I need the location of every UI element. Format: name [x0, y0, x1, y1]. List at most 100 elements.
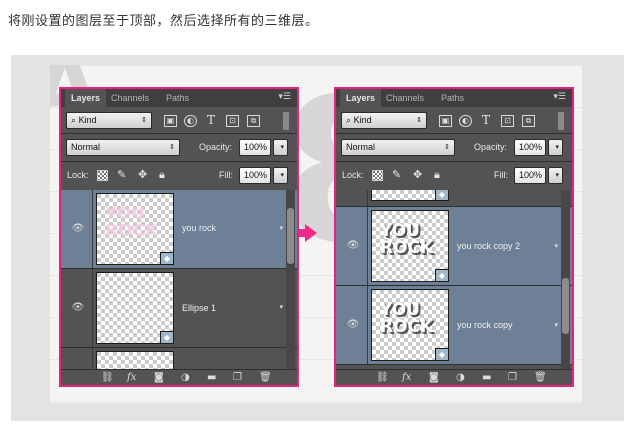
- eye-icon[interactable]: 👁︎: [346, 320, 360, 330]
- new-layer-icon[interactable]: ❐: [233, 372, 242, 384]
- lock-label: Lock:: [342, 170, 364, 180]
- lock-move-icon[interactable]: ✥: [413, 169, 422, 181]
- eye-icon[interactable]: 👁︎: [346, 241, 360, 251]
- panel-tabs: Layers Channels Paths ▾☰: [336, 89, 572, 107]
- layer-scrollbar[interactable]: [561, 190, 570, 371]
- layer-list: 👁︎ YOU ROCK ◆ you rock ▾ 👁︎ ◆ Ellipse 1 …: [61, 190, 297, 371]
- layers-panel-after: Layers Channels Paths ▾☰ ⌕ Kind ⇕ ▣ ◐ T …: [334, 87, 574, 387]
- tab-channels[interactable]: Channels: [105, 89, 155, 107]
- layer-name[interactable]: Ellipse 1: [182, 303, 216, 313]
- layer-row-partial[interactable]: ◆: [336, 190, 572, 207]
- search-icon: ⌕: [346, 115, 352, 125]
- lock-transparent-icon[interactable]: [372, 170, 383, 181]
- layer-expand-icon[interactable]: ▾: [554, 321, 558, 329]
- opacity-input[interactable]: 100%: [514, 139, 546, 156]
- search-icon: ⌕: [71, 115, 77, 125]
- filter-pixel-icon[interactable]: ▣: [439, 115, 452, 127]
- layer-thumbnail: YOU ROCK ◆: [371, 289, 449, 361]
- layer-expand-icon[interactable]: ▾: [554, 242, 558, 250]
- fill-input[interactable]: 100%: [514, 167, 546, 184]
- blend-mode-value: Normal: [71, 142, 101, 152]
- lock-brush-icon[interactable]: ✎: [117, 169, 126, 181]
- layer-name[interactable]: you rock: [182, 223, 216, 233]
- layer-row-you-rock[interactable]: 👁︎ YOU ROCK ◆ you rock ▾: [61, 190, 297, 269]
- opacity-input[interactable]: 100%: [239, 139, 271, 156]
- fill-input[interactable]: 100%: [239, 167, 271, 184]
- add-mask-icon[interactable]: ◙: [154, 372, 164, 384]
- lock-brush-icon[interactable]: ✎: [392, 169, 401, 181]
- panel-menu-icon[interactable]: ▾☰: [278, 92, 291, 102]
- filter-kind-select[interactable]: ⌕ Kind ⇕: [66, 112, 152, 129]
- layer-expand-icon[interactable]: ▾: [279, 224, 283, 232]
- fill-label: Fill:: [219, 170, 233, 180]
- fill-dropdown[interactable]: ▾: [273, 167, 288, 184]
- lock-all-icon[interactable]: 🔒︎: [159, 169, 165, 181]
- layer-name[interactable]: you rock copy 2: [457, 241, 520, 251]
- trash-icon[interactable]: 🗑︎: [259, 372, 272, 384]
- filter-kind-select[interactable]: ⌕ Kind ⇕: [341, 112, 427, 129]
- layer-row-you-rock-copy[interactable]: 👁︎ YOU ROCK ◆ you rock copy ▾: [336, 286, 572, 365]
- layers-panel-before: Layers Channels Paths ▾☰ ⌕ Kind ⇕ ▣ ◐ T …: [59, 87, 299, 387]
- eye-icon[interactable]: 👁︎: [71, 303, 85, 313]
- scrollbar-thumb[interactable]: [562, 278, 569, 334]
- new-layer-icon[interactable]: ❐: [508, 372, 517, 384]
- lock-all-icon[interactable]: 🔒︎: [434, 169, 440, 181]
- opacity-label: Opacity:: [199, 142, 233, 152]
- layer-scrollbar[interactable]: [286, 190, 295, 371]
- tab-layers[interactable]: Layers: [65, 89, 107, 107]
- filter-smart-object-icon[interactable]: ⧉: [247, 115, 260, 127]
- fx-icon[interactable]: fx: [402, 372, 411, 384]
- adjustment-layer-icon[interactable]: ◑: [181, 372, 190, 384]
- filter-adjustment-icon[interactable]: ◐: [459, 115, 472, 127]
- layer-row-you-rock-copy-2[interactable]: 👁︎ YOU ROCK ◆ you rock copy 2 ▾: [336, 207, 572, 286]
- tab-paths[interactable]: Paths: [435, 89, 470, 107]
- filter-adjustment-icon[interactable]: ◐: [184, 115, 197, 127]
- panel-menu-icon[interactable]: ▾☰: [553, 92, 566, 102]
- layer-row-partial[interactable]: [61, 348, 297, 371]
- tab-layers[interactable]: Layers: [340, 89, 382, 107]
- filter-shape-icon[interactable]: ⊡: [226, 115, 239, 127]
- filter-smart-object-icon[interactable]: ⧉: [522, 115, 535, 127]
- scrollbar-thumb[interactable]: [287, 208, 294, 264]
- panel-tabs: Layers Channels Paths ▾☰: [61, 89, 297, 107]
- panel-bottom-toolbar: ⛓ fx ◙ ◑ ▬ ❐ 🗑︎: [336, 369, 572, 385]
- link-layers-icon[interactable]: ⛓: [376, 372, 389, 384]
- lock-move-icon[interactable]: ✥: [138, 169, 147, 181]
- add-mask-icon[interactable]: ◙: [429, 372, 439, 384]
- opacity-dropdown[interactable]: ▾: [273, 139, 288, 156]
- new-group-icon[interactable]: ▬: [482, 372, 491, 384]
- layer-thumbnail: YOU ROCK ◆: [96, 193, 174, 265]
- lock-label: Lock:: [67, 170, 89, 180]
- lock-transparent-icon[interactable]: [97, 170, 108, 181]
- layer-thumbnail: ◆: [96, 272, 174, 344]
- trash-icon[interactable]: 🗑︎: [534, 372, 547, 384]
- new-group-icon[interactable]: ▬: [207, 372, 216, 384]
- layer-name[interactable]: you rock copy: [457, 320, 513, 330]
- tab-channels[interactable]: Channels: [380, 89, 430, 107]
- caption: 将刚设置的图层至于顶部，然后选择所有的三维层。: [8, 14, 319, 29]
- panel-bottom-toolbar: ⛓ fx ◙ ◑ ▬ ❐ 🗑︎: [61, 369, 297, 385]
- filter-pixel-icon[interactable]: ▣: [164, 115, 177, 127]
- filter-type-icon[interactable]: T: [207, 114, 215, 126]
- layer-thumbnail: YOU ROCK ◆: [371, 210, 449, 282]
- thumbnail-text: YOU ROCK: [380, 221, 434, 258]
- layer-row-ellipse-1[interactable]: 👁︎ ◆ Ellipse 1 ▾: [61, 269, 297, 348]
- blend-mode-select[interactable]: Normal ⇕: [66, 139, 180, 156]
- eye-icon[interactable]: 👁︎: [71, 224, 85, 234]
- tab-paths[interactable]: Paths: [160, 89, 195, 107]
- blend-mode-select[interactable]: Normal ⇕: [341, 139, 455, 156]
- filter-kind-label: Kind: [353, 115, 372, 125]
- fx-icon[interactable]: fx: [127, 372, 136, 384]
- filter-toggle[interactable]: [558, 112, 564, 130]
- filter-toggle[interactable]: [283, 112, 289, 130]
- blend-mode-value: Normal: [346, 142, 376, 152]
- link-layers-icon[interactable]: ⛓: [101, 372, 114, 384]
- opacity-dropdown[interactable]: ▾: [548, 139, 563, 156]
- adjustment-layer-icon[interactable]: ◑: [456, 372, 465, 384]
- fill-dropdown[interactable]: ▾: [548, 167, 563, 184]
- filter-shape-icon[interactable]: ⊡: [501, 115, 514, 127]
- fill-label: Fill:: [494, 170, 508, 180]
- filter-type-icon[interactable]: T: [482, 114, 490, 126]
- layer-expand-icon[interactable]: ▾: [279, 303, 283, 311]
- 3d-layer-icon: ◆: [435, 190, 449, 201]
